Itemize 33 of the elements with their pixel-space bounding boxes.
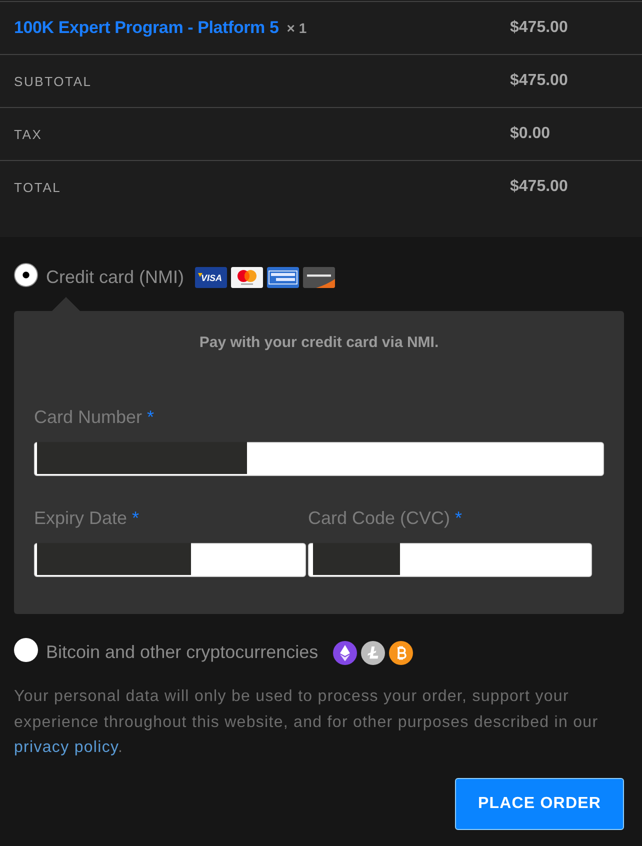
card-input-field[interactable] (34, 543, 306, 577)
field-label: Card Code (CVC) (308, 508, 450, 528)
card-logo-icon (231, 266, 264, 288)
card-logo-icon (267, 266, 300, 288)
product-price: $475.00 (510, 19, 569, 37)
product-name: 100K Expert Program - Platform 5 (14, 18, 279, 38)
totals-label: TOTAL (14, 180, 62, 194)
privacy-policy-link[interactable]: privacy policy (14, 739, 118, 756)
place-order-button[interactable]: PLACE ORDER (455, 778, 624, 830)
payment-method-label[interactable]: Bitcoin and other cryptocurrencies (46, 637, 318, 663)
totals-label: TAX (14, 126, 44, 142)
totals-label: SUBTOTAL (14, 74, 93, 88)
ethereum-icon (333, 641, 358, 665)
panel-intro-text: Pay with your credit card via NMI. (198, 333, 440, 353)
product-quantity: × 1 (286, 20, 307, 36)
payment-method-label[interactable]: Credit card (NMI) (46, 262, 184, 288)
field-label: Card Number (34, 406, 142, 428)
totals-value: $475.00 (510, 178, 569, 196)
card-logo-icon (303, 266, 336, 288)
radio-button[interactable] (14, 263, 38, 287)
privacy-notice: Your personal data will only be used to process your order, support your experience throughout this website, and for other purposes described in our privacy policy. (14, 687, 600, 758)
radio-button[interactable] (14, 638, 38, 662)
card-input-field[interactable] (308, 543, 592, 577)
card-input-field[interactable] (34, 442, 604, 476)
card-logo-icon: VISA (195, 266, 228, 288)
required-mark: * (132, 508, 140, 528)
required-mark: * (455, 508, 462, 528)
totals-value: $0.00 (510, 125, 552, 143)
required-mark: * (147, 406, 154, 428)
bitcoin-icon (389, 641, 414, 665)
totals-value: $475.00 (510, 72, 569, 90)
field-label: Expiry Date (34, 508, 128, 528)
litecoin-icon (361, 641, 386, 665)
